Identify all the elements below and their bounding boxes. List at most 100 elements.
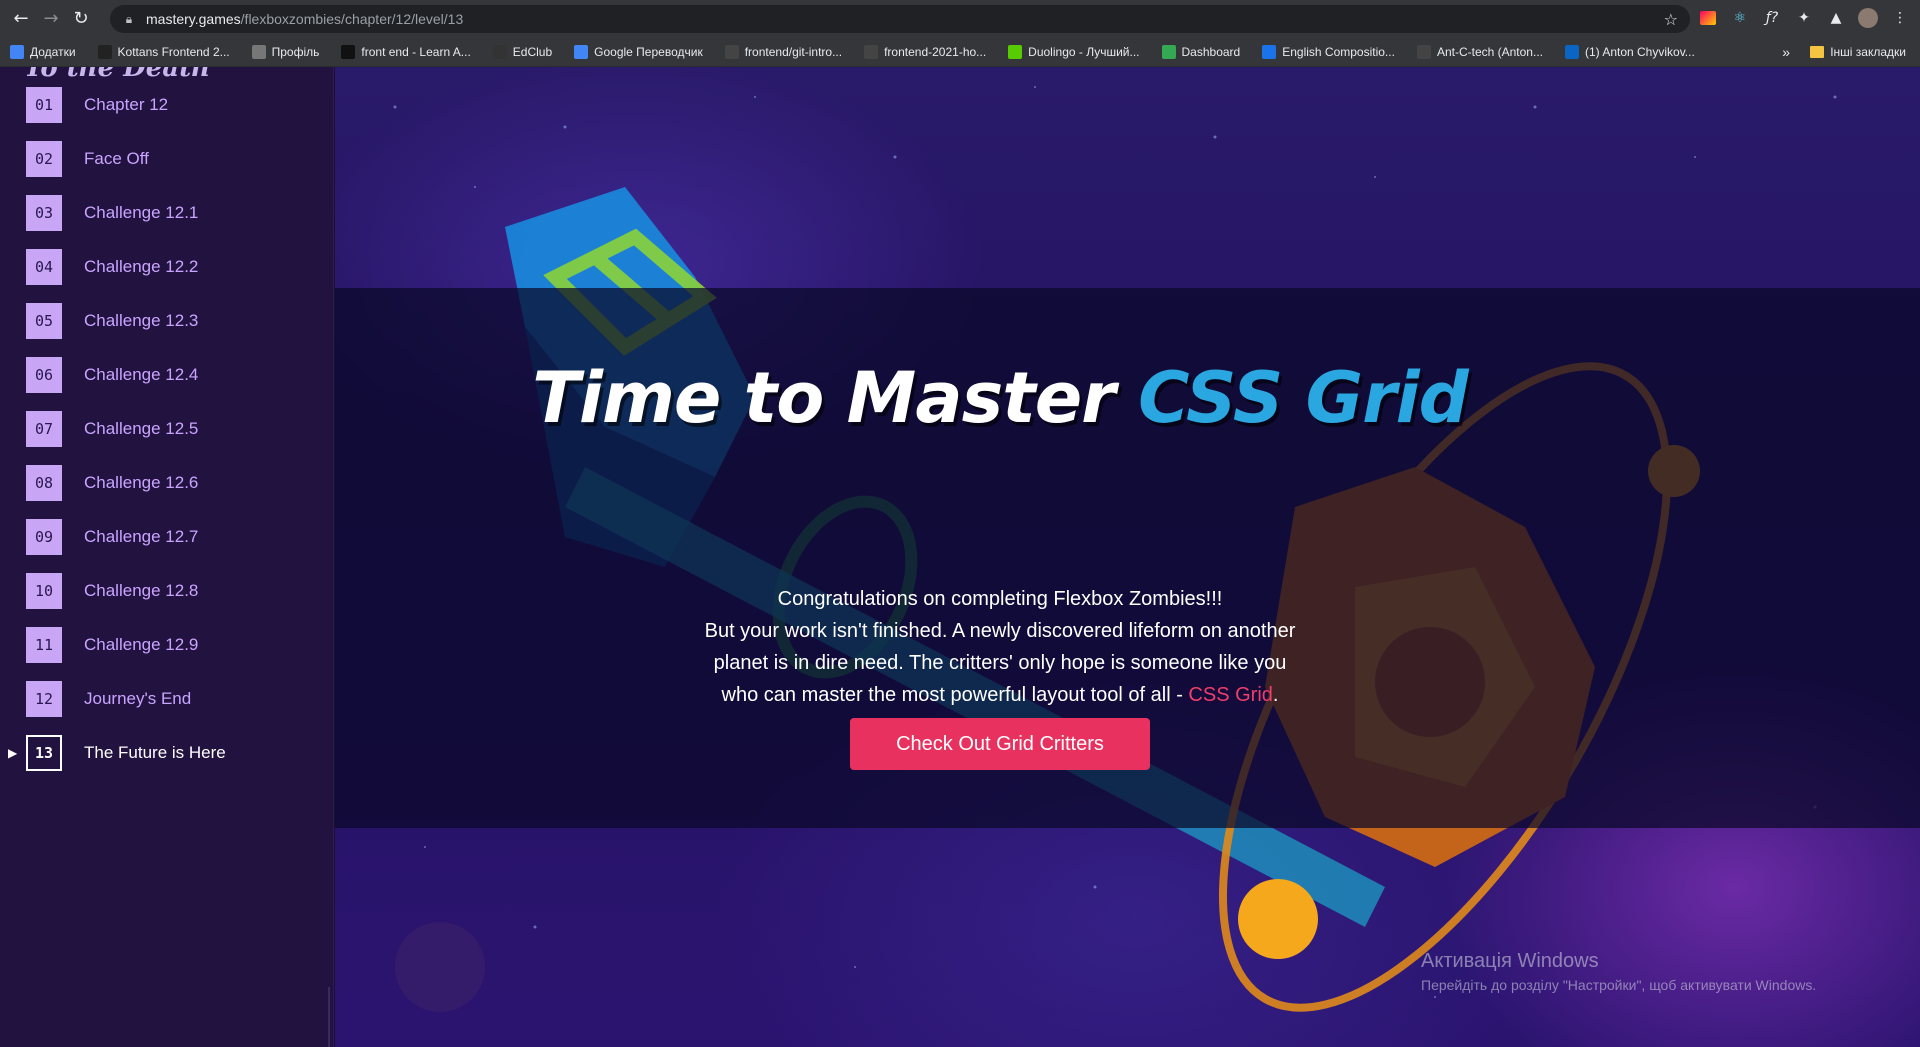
- extensions-area: ⚛ ƒ? ✦ ▲ ⋮: [1696, 6, 1912, 30]
- bookmark-label: (1) Anton Chyvikov...: [1584, 44, 1695, 59]
- chapter-heading: To the Death: [24, 67, 211, 83]
- profile-tip-icon[interactable]: ▲: [1824, 6, 1848, 30]
- bookmark-label: Google Переводчик: [594, 44, 703, 59]
- bookmark-item[interactable]: Профіль: [251, 44, 319, 59]
- bookmark-item[interactable]: front end - Learn A...: [341, 44, 471, 59]
- bookmark-label: English Compositio...: [1282, 44, 1395, 59]
- other-bookmarks-label: Інші закладки: [1830, 44, 1906, 59]
- level-number-badge: 05: [26, 303, 62, 339]
- sidebar-level-01[interactable]: 01 Chapter 12: [26, 87, 168, 123]
- level-number-badge: 06: [26, 357, 62, 393]
- react-devtools-icon[interactable]: ⚛: [1728, 6, 1752, 30]
- bookmark-item[interactable]: Dashboard: [1161, 44, 1241, 59]
- bookmark-label: Dashboard: [1181, 44, 1241, 59]
- bookmark-star-icon[interactable]: ☆: [1664, 10, 1678, 29]
- sidebar-level-04[interactable]: 04 Challenge 12.2: [26, 249, 198, 285]
- address-bar[interactable]: 🔒︎ mastery.games/flexboxzombies/chapter/…: [110, 5, 1690, 33]
- dashboard-icon: [1161, 44, 1176, 59]
- back-icon[interactable]: ←: [6, 4, 36, 34]
- linkedin-icon: [1564, 44, 1579, 59]
- github-icon: [864, 44, 879, 59]
- other-bookmarks-folder[interactable]: Інші закладки: [1810, 45, 1906, 59]
- menu-kebab-icon[interactable]: ⋮: [1888, 6, 1912, 30]
- extension-gradient-icon[interactable]: [1696, 6, 1720, 30]
- css-grid-link[interactable]: CSS Grid: [1188, 684, 1272, 706]
- sidebar-level-13[interactable]: 13 The Future is Here: [26, 735, 226, 771]
- level-label: Challenge 12.9: [84, 635, 199, 654]
- hero-line-3: planet is in dire need. The critters' on…: [713, 652, 1287, 674]
- sidebar-scrollbar[interactable]: [328, 987, 330, 1047]
- sidebar-level-02[interactable]: 02 Face Off: [26, 141, 149, 177]
- sidebar-level-11[interactable]: 11 Challenge 12.9: [26, 627, 198, 663]
- level-label: Journey's End: [84, 689, 192, 708]
- hero-line-1: Congratulations on completing Flexbox Zo…: [777, 588, 1223, 610]
- level-number-badge: 09: [26, 519, 62, 555]
- github-icon: [1416, 44, 1431, 59]
- browser-toolbar: ← → ↻ 🔒︎ mastery.games/flexboxzombies/ch…: [0, 0, 1920, 37]
- bookmark-label: Duolingo - Лучший...: [1028, 44, 1140, 59]
- bookmark-item[interactable]: English Compositio...: [1262, 44, 1395, 59]
- level-label: Challenge 12.8: [84, 581, 199, 600]
- sidebar-level-06[interactable]: 06 Challenge 12.4: [26, 357, 198, 393]
- level-label: Challenge 12.1: [84, 203, 199, 222]
- bookmark-item[interactable]: (1) Anton Chyvikov...: [1564, 44, 1695, 59]
- sidebar-level-08[interactable]: 08 Challenge 12.6: [26, 465, 198, 501]
- hero-line-2: But your work isn't finished. A newly di…: [704, 620, 1296, 642]
- hero-line-4-prefix: who can master the most powerful layout …: [721, 684, 1189, 706]
- level-label: Challenge 12.5: [84, 419, 199, 438]
- kottans-icon: [97, 44, 112, 59]
- bookmark-item[interactable]: Google Переводчик: [574, 44, 703, 59]
- github-icon: [724, 44, 739, 59]
- title-accent: CSS Grid: [1138, 357, 1469, 439]
- avatar[interactable]: [1856, 6, 1880, 30]
- bookmark-item[interactable]: EdClub: [492, 44, 553, 59]
- coursera-icon: [1262, 44, 1277, 59]
- bookmark-item[interactable]: Duolingo - Лучший...: [1008, 44, 1140, 59]
- level-number-badge: 12: [26, 681, 62, 717]
- page-title: Time to Master CSS Grid: [335, 357, 1665, 439]
- apps-grid-icon: [10, 44, 24, 59]
- level-number-badge: 07: [26, 411, 62, 447]
- level-sidebar: To the Death 01 Chapter 12 02 Face Off 03 Cha…: [0, 67, 334, 1047]
- title-main: Time to Master: [532, 357, 1139, 439]
- url-path: /flexboxzombies/chapter/12/level/13: [240, 11, 464, 27]
- bookmark-item[interactable]: Ant-C-tech (Anton...: [1416, 44, 1543, 59]
- reload-icon[interactable]: ↻: [66, 4, 96, 34]
- level-label: Challenge 12.7: [84, 527, 199, 546]
- formula-icon[interactable]: ƒ?: [1760, 6, 1784, 30]
- bookmark-item[interactable]: Kottans Frontend 2...: [97, 44, 230, 59]
- sidebar-level-09[interactable]: 09 Challenge 12.7: [26, 519, 198, 555]
- sidebar-level-07[interactable]: 07 Challenge 12.5: [26, 411, 198, 447]
- level-label: Challenge 12.2: [84, 257, 199, 276]
- profile-icon: [251, 44, 266, 59]
- hero-line-4-suffix: .: [1272, 684, 1279, 706]
- bookmark-label: frontend/git-intro...: [744, 44, 843, 59]
- puzzle-icon[interactable]: ✦: [1792, 6, 1816, 30]
- bookmark-label: EdClub: [512, 44, 553, 59]
- watermark-subtitle: Перейдіть до розділу "Настройки", щоб ак…: [1421, 977, 1817, 993]
- level-label: Challenge 12.6: [84, 473, 199, 492]
- forward-icon[interactable]: →: [36, 4, 66, 34]
- level-label: The Future is Here: [84, 743, 226, 762]
- bookmarks-overflow-button[interactable]: »: [1782, 44, 1790, 60]
- bookmark-label: Kottans Frontend 2...: [117, 44, 230, 59]
- sidebar-level-10[interactable]: 10 Challenge 12.8: [26, 573, 198, 609]
- sidebar-level-03[interactable]: 03 Challenge 12.1: [26, 195, 198, 231]
- level-number-badge: 08: [26, 465, 62, 501]
- level-number-badge: 10: [26, 573, 62, 609]
- url-host: mastery.games: [146, 11, 241, 27]
- edclub-icon: [492, 44, 507, 59]
- windows-activation-watermark: Активація Windows Перейдіть до розділу "…: [1421, 950, 1816, 993]
- sidebar-level-12[interactable]: 12 Journey's End: [26, 681, 191, 717]
- check-out-grid-critters-button[interactable]: Check Out Grid Critters: [850, 718, 1150, 770]
- bookmark-item[interactable]: frontend-2021-ho...: [864, 44, 986, 59]
- page-content: Time to Master CSS Grid Congratulations …: [0, 67, 1920, 1047]
- hero-description: Congratulations on completing Flexbox Zo…: [335, 583, 1665, 711]
- sidebar-level-05[interactable]: 05 Challenge 12.3: [26, 303, 198, 339]
- bookmark-icon: [341, 44, 356, 59]
- bookmark-item[interactable]: Додатки: [10, 44, 76, 59]
- bookmark-item[interactable]: frontend/git-intro...: [724, 44, 843, 59]
- bookmarks-bar: Додатки Kottans Frontend 2... Профіль front…: [0, 37, 1920, 67]
- level-label: Chapter 12: [84, 95, 169, 114]
- lock-icon: 🔒︎: [125, 11, 133, 26]
